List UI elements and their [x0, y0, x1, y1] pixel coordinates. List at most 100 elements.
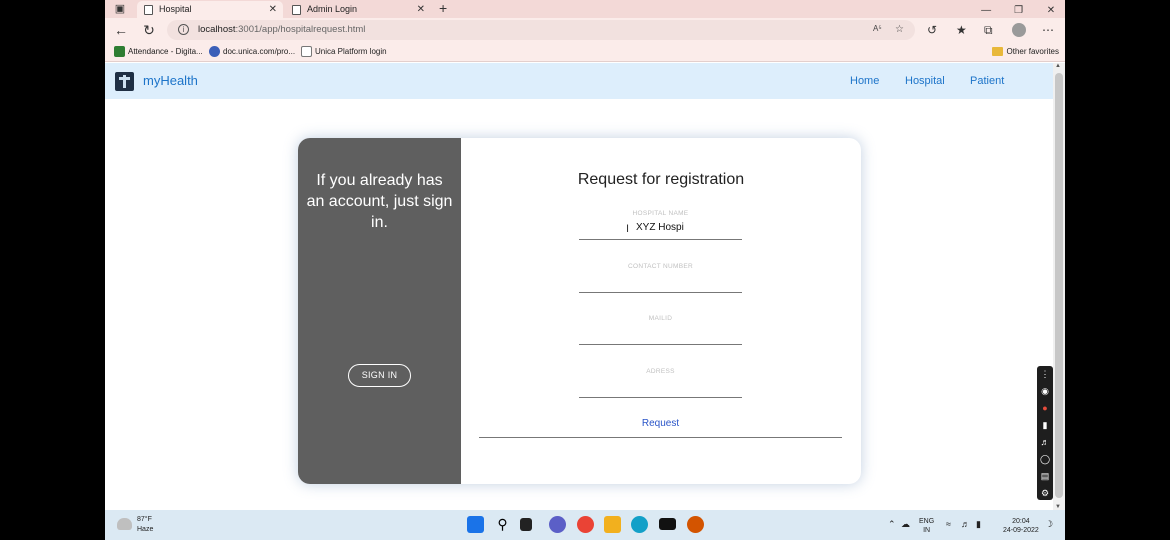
collections-icon[interactable]: ⧉ [984, 22, 993, 38]
tab-hospital[interactable]: Hospital ✕ [137, 1, 283, 18]
other-favorites[interactable]: Other favorites [991, 46, 1059, 57]
address-bar-row: ← ↻ i localhost:3001/app/hospitalrequest… [105, 18, 1065, 42]
other-favorites-label: Other favorites [1006, 47, 1059, 56]
file-explorer-icon[interactable] [604, 516, 621, 533]
onedrive-icon[interactable]: ☁ [901, 519, 910, 530]
url-path: :3001/app/hospitalrequest.html [235, 24, 366, 35]
field-label: MAILID [648, 315, 673, 322]
form-title: Request for registration [577, 171, 745, 188]
more-menu-icon[interactable]: ⋯ [1042, 22, 1054, 38]
field-underline [579, 292, 742, 293]
time: 20:04 [1012, 518, 1030, 525]
site-navbar: myHealth Home Hospital Patient [105, 63, 1053, 99]
page-icon [144, 5, 153, 15]
url-host: localhost [198, 24, 236, 35]
tab-admin-login[interactable]: Admin Login ✕ [285, 1, 431, 18]
nav-patient[interactable]: Patient [970, 75, 1004, 87]
weather-temp[interactable]: 87°F [137, 516, 152, 523]
drag-handle-icon[interactable]: ⋮ [1037, 366, 1053, 382]
signin-button[interactable]: SIGN IN [348, 364, 411, 387]
tab-label: Admin Login [307, 4, 358, 14]
info-icon[interactable]: i [178, 24, 189, 35]
webcam-icon[interactable]: ◯ [1037, 451, 1053, 467]
show-hidden-icons-icon[interactable]: ⌃ [888, 519, 896, 530]
url-text: localhost:3001/app/hospitalrequest.html [198, 24, 365, 35]
page-icon [301, 46, 312, 57]
favorites-icon[interactable]: ★ [956, 22, 967, 38]
search-icon[interactable]: ⚲ [494, 516, 511, 533]
speaker-icon[interactable]: ♬ [1037, 434, 1053, 450]
start-icon[interactable] [467, 516, 484, 533]
nav-hospital[interactable]: Hospital [905, 75, 945, 87]
medical-logo-icon [115, 72, 134, 91]
scroll-thumb[interactable] [1055, 73, 1063, 498]
chat-icon[interactable] [549, 516, 566, 533]
bookmark-attendance[interactable]: Attendance - Digita... [114, 46, 203, 57]
address-field[interactable]: ADRESS [579, 368, 742, 398]
contact-number-field[interactable]: CONTACT NUMBER [579, 263, 742, 293]
read-aloud-icon[interactable]: A⁵ [873, 24, 882, 33]
brand-name[interactable]: myHealth [143, 73, 198, 88]
field-underline [579, 239, 742, 240]
new-tab-button[interactable]: + [439, 0, 447, 17]
address-input[interactable]: i localhost:3001/app/hospitalrequest.htm… [167, 20, 915, 40]
edge-icon[interactable] [631, 516, 648, 533]
registration-card: If you already has an account, just sign… [298, 138, 861, 484]
registration-form: Request for registration HOSPITAL NAME I… [461, 138, 861, 484]
microphone-icon[interactable]: ▮ [1037, 417, 1053, 433]
hospital-name-field[interactable]: HOSPITAL NAME I XYZ Hospi [579, 210, 742, 240]
field-label: CONTACT NUMBER [628, 263, 693, 270]
signin-panel: If you already has an account, just sign… [298, 138, 461, 484]
bookmark-unica-login[interactable]: Unica Platform login [301, 46, 387, 57]
back-icon[interactable]: ← [113, 22, 129, 38]
bookmark-label: Attendance - Digita... [128, 47, 203, 56]
recorder-toolbar: ⋮ ◉ ● ▮ ♬ ◯ ▤ ⚙ [1037, 366, 1053, 500]
window-controls: — ❐ ✕ [972, 0, 1065, 18]
volume-icon[interactable]: ♬ [961, 519, 970, 529]
signin-message: If you already has an account, just sign… [306, 172, 453, 231]
notifications-icon[interactable]: ☽ [1045, 519, 1053, 530]
lang-line2: IN [923, 527, 931, 534]
lang-line1: ENG [919, 518, 935, 525]
settings-gear-icon[interactable]: ⚙ [1037, 485, 1053, 501]
language-indicator[interactable]: ENG IN [919, 517, 934, 535]
window-icon[interactable]: ▤ [1037, 468, 1053, 484]
mail-id-field[interactable]: MAILID [579, 315, 742, 345]
record-icon[interactable]: ● [1037, 400, 1053, 416]
page-scrollbar[interactable]: ▲ ▼ [1053, 63, 1065, 510]
field-underline [579, 344, 742, 345]
tab-actions-icon[interactable]: ▣ [113, 2, 127, 16]
refresh-icon[interactable]: ↻ [141, 22, 157, 38]
add-favorite-icon[interactable]: ☆ [895, 24, 904, 35]
bookmark-label: doc.unica.com/pro... [223, 47, 296, 56]
terminal-icon[interactable] [659, 518, 676, 530]
field-underline [579, 397, 742, 398]
profile-avatar[interactable] [1012, 23, 1026, 37]
close-tab-icon[interactable]: ✕ [269, 1, 277, 18]
nav-home[interactable]: Home [850, 75, 879, 87]
tab-strip: ▣ Hospital ✕ Admin Login ✕ + — ❐ ✕ [105, 0, 1065, 18]
chrome-icon[interactable] [577, 516, 594, 533]
battery-icon[interactable]: ▮ [976, 519, 981, 530]
weather-haze-icon[interactable] [117, 518, 132, 530]
task-view-icon[interactable] [520, 518, 532, 531]
wifi-icon[interactable]: ≈ [946, 519, 951, 529]
folder-icon [991, 47, 1003, 56]
close-tab-icon[interactable]: ✕ [417, 1, 425, 18]
date: 24-09-2022 [1003, 527, 1039, 534]
clock[interactable]: 20:04 24-09-2022 [1003, 517, 1039, 535]
request-button[interactable]: Request [479, 418, 842, 438]
page-icon [292, 5, 301, 15]
extensions-icon[interactable]: ↺ [927, 22, 937, 38]
text-cursor-icon: I [626, 223, 630, 235]
bookmark-label: Unica Platform login [315, 47, 387, 56]
field-label: ADRESS [646, 368, 675, 375]
weather-condition[interactable]: Haze [137, 526, 153, 533]
paint-icon[interactable] [687, 516, 704, 533]
field-label: HOSPITAL NAME [632, 210, 689, 217]
camera-icon[interactable]: ◉ [1037, 383, 1053, 399]
screen: ▣ Hospital ✕ Admin Login ✕ + — ❐ ✕ ← ↻ i… [105, 0, 1065, 540]
bookmark-doc-unica[interactable]: doc.unica.com/pro... [209, 46, 295, 57]
page-viewport: myHealth Home Hospital Patient If you al… [105, 63, 1065, 510]
scroll-up-icon[interactable]: ▲ [1055, 63, 1061, 69]
